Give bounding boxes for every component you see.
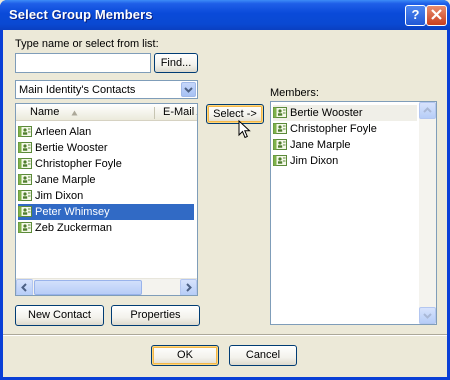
- contact-card-icon: [18, 126, 32, 137]
- list-item[interactable]: Christopher Foyle: [273, 121, 417, 137]
- contact-card-icon: [273, 139, 287, 150]
- help-button[interactable]: ?: [405, 5, 426, 26]
- arrow-right-icon: [186, 283, 192, 292]
- list-item[interactable]: Jim Dixon: [18, 188, 194, 204]
- list-item-label: Christopher Foyle: [35, 158, 122, 170]
- help-icon: ?: [411, 7, 420, 22]
- select-button[interactable]: Select ->: [206, 104, 264, 124]
- list-item-label: Jane Marple: [35, 174, 96, 186]
- contacts-source-value: Main Identity's Contacts: [19, 84, 136, 96]
- list-item-label: Bertie Wooster: [290, 107, 363, 119]
- scroll-right-button[interactable]: [180, 279, 197, 295]
- ok-button[interactable]: OK: [151, 345, 219, 366]
- title-bar[interactable]: Select Group Members ?: [0, 0, 450, 30]
- column-header-email[interactable]: E-Mail A: [163, 106, 197, 118]
- contact-card-icon: [18, 174, 32, 185]
- list-item[interactable]: Christopher Foyle: [18, 156, 194, 172]
- horizontal-scrollbar[interactable]: [16, 278, 197, 295]
- scroll-up-button[interactable]: [419, 102, 436, 119]
- arrow-left-icon: [21, 283, 27, 292]
- sort-arrow-icon: [71, 110, 78, 116]
- properties-button[interactable]: Properties: [111, 305, 200, 326]
- contact-card-icon: [273, 107, 287, 118]
- contact-card-icon: [18, 190, 32, 201]
- new-contact-button[interactable]: New Contact: [15, 305, 104, 326]
- list-item[interactable]: Arleen Alan: [18, 124, 194, 140]
- list-item-label: Peter Whimsey: [35, 206, 110, 218]
- list-item[interactable]: Peter Whimsey: [18, 204, 194, 220]
- mouse-pointer-icon: [238, 120, 251, 139]
- search-label: Type name or select from list:: [15, 38, 159, 50]
- arrow-up-icon: [423, 107, 432, 113]
- list-item-label: Christopher Foyle: [290, 123, 377, 135]
- window-title: Select Group Members: [9, 7, 153, 22]
- search-input[interactable]: [15, 53, 151, 73]
- dialog-window: Select Group Members ? Type name or sele…: [0, 0, 450, 380]
- scroll-left-button[interactable]: [16, 279, 33, 295]
- list-item[interactable]: Zeb Zuckerman: [18, 220, 194, 236]
- close-icon: [431, 9, 442, 20]
- contacts-list[interactable]: Name E-Mail A Arleen Alan Bertie Wooster C…: [15, 103, 198, 296]
- list-item-label: Jim Dixon: [35, 190, 84, 202]
- list-item[interactable]: Bertie Wooster: [18, 140, 194, 156]
- cancel-button[interactable]: Cancel: [229, 345, 297, 366]
- contacts-source-select[interactable]: Main Identity's Contacts: [15, 80, 198, 99]
- list-item-label: Zeb Zuckerman: [35, 222, 113, 234]
- dropdown-button[interactable]: [181, 82, 196, 97]
- close-button[interactable]: [426, 5, 447, 26]
- list-item[interactable]: Jim Dixon: [273, 153, 417, 169]
- contact-card-icon: [273, 123, 287, 134]
- list-item[interactable]: Jane Marple: [273, 137, 417, 153]
- vertical-scrollbar[interactable]: [419, 102, 436, 324]
- contact-card-icon: [18, 222, 32, 233]
- list-item-label: Bertie Wooster: [35, 142, 108, 154]
- contact-card-icon: [18, 142, 32, 153]
- dialog-body: Type name or select from list: Find... M…: [3, 30, 447, 377]
- list-item-label: Jim Dixon: [290, 155, 339, 167]
- find-button[interactable]: Find...: [154, 53, 198, 73]
- arrow-down-icon: [423, 313, 432, 319]
- contact-card-icon: [18, 206, 32, 217]
- list-item[interactable]: Jane Marple: [18, 172, 194, 188]
- horizontal-scroll-thumb[interactable]: [34, 280, 142, 295]
- column-separator[interactable]: [154, 107, 155, 119]
- contact-card-icon: [18, 158, 32, 169]
- contact-card-icon: [273, 155, 287, 166]
- footer-divider: [3, 334, 447, 336]
- members-label: Members:: [270, 87, 319, 99]
- chevron-down-icon: [184, 87, 193, 93]
- list-item-label: Arleen Alan: [35, 126, 92, 138]
- scroll-down-button[interactable]: [419, 307, 436, 324]
- column-header-name[interactable]: Name: [30, 106, 59, 118]
- list-item-label: Jane Marple: [290, 139, 351, 151]
- list-item[interactable]: Bertie Wooster: [273, 105, 417, 121]
- members-list[interactable]: Bertie Wooster Christopher Foyle Jane Marp…: [270, 101, 437, 325]
- list-header: Name E-Mail A: [16, 104, 197, 121]
